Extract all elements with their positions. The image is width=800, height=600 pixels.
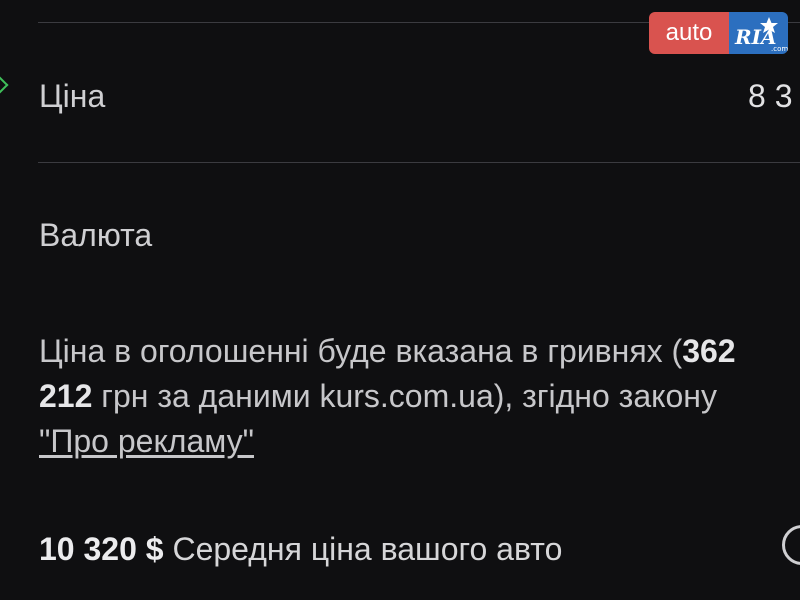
autoria-logo[interactable]: auto RIA .com: [649, 12, 788, 54]
price-settings-panel: auto RIA .com Ціна 8 3 Валюта Ціна в ого…: [0, 0, 800, 600]
average-price-label: Середня ціна вашого авто: [163, 531, 563, 567]
average-price: 10 320 $ Середня ціна вашого авто: [39, 533, 562, 565]
logo-auto-text: auto: [649, 12, 729, 54]
currency-label[interactable]: Валюта: [39, 219, 152, 251]
average-price-amount: 10 320 $: [39, 531, 164, 567]
chevron-right-icon: [0, 76, 9, 94]
price-label: Ціна: [39, 78, 106, 114]
price-divider: [38, 162, 800, 163]
currency-note: Ціна в оголошенні буде вказана в гривнях…: [39, 329, 784, 464]
advertising-law-link[interactable]: "Про рекламу": [39, 423, 254, 459]
info-icon[interactable]: [782, 525, 800, 565]
logo-ria-mark: RIA .com: [729, 12, 788, 54]
note-text-middle: грн за даними kurs.com.ua), згідно закон…: [92, 378, 717, 414]
price-value[interactable]: 8 3: [748, 80, 792, 112]
note-text-before: Ціна в оголошенні буде вказана в гривнях…: [39, 333, 683, 369]
star-icon: RIA .com: [734, 17, 788, 53]
logo-ria-sub: .com: [771, 45, 788, 53]
